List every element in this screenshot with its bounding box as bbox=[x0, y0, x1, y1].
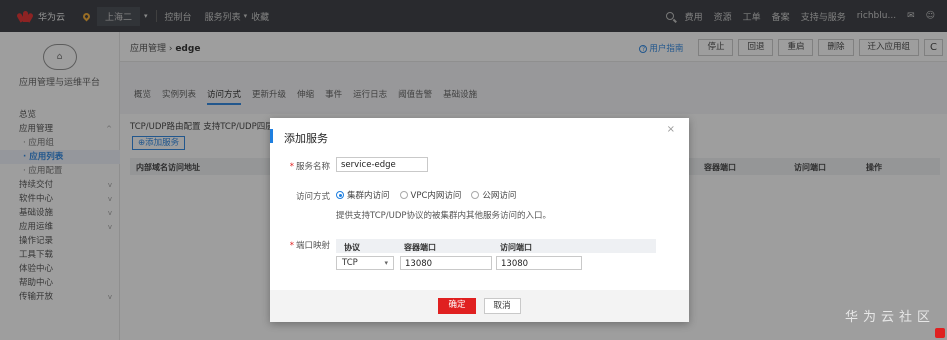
protocol-select[interactable]: TCP ▾ bbox=[336, 256, 394, 270]
port-mapping-table: 协议 容器端口 访问端口 TCP ▾ 13080 13080 bbox=[336, 239, 656, 271]
column-access-port: 访问端口 bbox=[500, 243, 532, 252]
container-port-input[interactable]: 13080 bbox=[400, 256, 492, 270]
radio-public[interactable]: 公网访问 bbox=[471, 189, 516, 201]
close-icon[interactable]: × bbox=[667, 124, 675, 135]
radio-vpc-internal[interactable]: VPC内网访问 bbox=[399, 189, 461, 201]
chevron-down-icon: ▾ bbox=[384, 259, 388, 267]
port-mapping-row: TCP ▾ 13080 13080 bbox=[336, 253, 656, 271]
port-mapping-label: * 端口映射 bbox=[289, 241, 330, 251]
feedback-badge-icon[interactable] bbox=[935, 328, 945, 338]
radio-cluster-internal[interactable]: 集群内访问 bbox=[336, 189, 390, 201]
column-protocol: 协议 bbox=[344, 243, 360, 252]
access-method-radio-group: 集群内访问 VPC内网访问 公网访问 bbox=[336, 189, 526, 201]
access-method-label: 访问方式 bbox=[295, 192, 330, 202]
service-name-label: * 服务名称 bbox=[289, 162, 330, 172]
column-container-port: 容器端口 bbox=[404, 243, 436, 252]
cancel-button[interactable]: 取消 bbox=[483, 298, 521, 314]
confirm-button[interactable]: 确定 bbox=[438, 298, 476, 314]
access-method-hint: 提供支持TCP/UDP协议的被集群内其他服务访问的入口。 bbox=[336, 211, 552, 221]
add-service-dialog: 添加服务 × * 服务名称 service-edge 访问方式 集群内访问 VPC… bbox=[270, 118, 689, 322]
port-table-header: 协议 容器端口 访问端口 bbox=[336, 239, 656, 253]
access-port-input[interactable]: 13080 bbox=[496, 256, 582, 270]
dialog-title: 添加服务 bbox=[270, 129, 328, 145]
watermark: 华为云社区 bbox=[844, 310, 935, 325]
service-name-input[interactable]: service-edge bbox=[336, 157, 428, 172]
dialog-footer: 确定 取消 bbox=[270, 290, 689, 322]
